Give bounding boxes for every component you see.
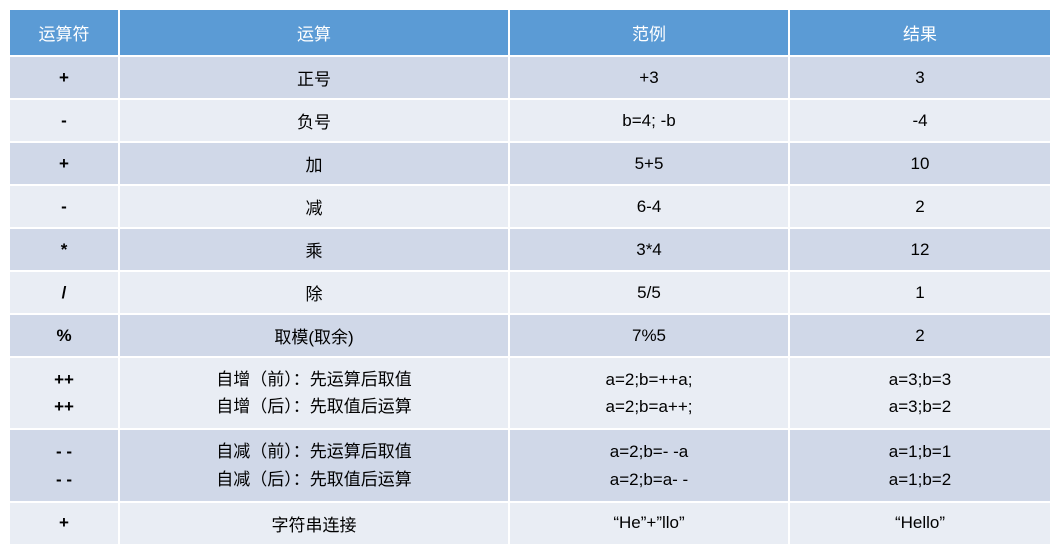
cell-operation: 取模(取余) <box>119 314 509 357</box>
operation-line: 自增（前）：先运算后取值 <box>126 366 502 393</box>
header-operator: 运算符 <box>9 9 119 56</box>
result-line: a=3;b=2 <box>796 393 1044 420</box>
operator-line: - - <box>16 466 112 493</box>
operator-line: - - <box>16 438 112 465</box>
cell-operator: - <box>9 99 119 142</box>
cell-operation: 正号 <box>119 56 509 99</box>
result-line: a=1;b=2 <box>796 466 1044 493</box>
table-row: ++ ++ 自增（前）：先运算后取值 自增（后）：先取值后运算 a=2;b=++… <box>9 357 1051 429</box>
table-row: / 除 5/5 1 <box>9 271 1051 314</box>
cell-operator: - <box>9 185 119 228</box>
cell-operator: + <box>9 142 119 185</box>
example-line: a=2;b=- -a <box>516 438 782 465</box>
table-row: + 加 5+5 10 <box>9 142 1051 185</box>
cell-example: +3 <box>509 56 789 99</box>
table-row: + 字符串连接 “He”+”llo” “Hello” <box>9 502 1051 545</box>
cell-result: a=3;b=3 a=3;b=2 <box>789 357 1051 429</box>
result-line: a=3;b=3 <box>796 366 1044 393</box>
cell-operator: ++ ++ <box>9 357 119 429</box>
cell-result: 12 <box>789 228 1051 271</box>
example-line: a=2;b=a++; <box>516 393 782 420</box>
cell-result: 10 <box>789 142 1051 185</box>
cell-result: 1 <box>789 271 1051 314</box>
example-line: a=2;b=++a; <box>516 366 782 393</box>
cell-operator: * <box>9 228 119 271</box>
table-row: + 正号 +3 3 <box>9 56 1051 99</box>
cell-operator: + <box>9 56 119 99</box>
operation-line: 自增（后）：先取值后运算 <box>126 393 502 420</box>
cell-example: 5+5 <box>509 142 789 185</box>
cell-operator: % <box>9 314 119 357</box>
cell-example: “He”+”llo” <box>509 502 789 545</box>
cell-operation: 字符串连接 <box>119 502 509 545</box>
cell-result: 3 <box>789 56 1051 99</box>
cell-example: b=4; -b <box>509 99 789 142</box>
operator-line: ++ <box>16 366 112 393</box>
result-line: a=1;b=1 <box>796 438 1044 465</box>
cell-example: a=2;b=- -a a=2;b=a- - <box>509 429 789 501</box>
header-result: 结果 <box>789 9 1051 56</box>
cell-operation: 自减（前）：先运算后取值 自减（后）：先取值后运算 <box>119 429 509 501</box>
cell-result: -4 <box>789 99 1051 142</box>
cell-operation: 乘 <box>119 228 509 271</box>
cell-operator: - - - - <box>9 429 119 501</box>
table-row: - 减 6-4 2 <box>9 185 1051 228</box>
table-header-row: 运算符 运算 范例 结果 <box>9 9 1051 56</box>
table-row: * 乘 3*4 12 <box>9 228 1051 271</box>
cell-operation: 加 <box>119 142 509 185</box>
cell-operation: 减 <box>119 185 509 228</box>
cell-operation: 除 <box>119 271 509 314</box>
header-example: 范例 <box>509 9 789 56</box>
table-row: - - - - 自减（前）：先运算后取值 自减（后）：先取值后运算 a=2;b=… <box>9 429 1051 501</box>
cell-example: 6-4 <box>509 185 789 228</box>
cell-result: 2 <box>789 314 1051 357</box>
cell-operator: / <box>9 271 119 314</box>
cell-operation: 负号 <box>119 99 509 142</box>
cell-result: “Hello” <box>789 502 1051 545</box>
cell-operation: 自增（前）：先运算后取值 自增（后）：先取值后运算 <box>119 357 509 429</box>
table-row: - 负号 b=4; -b -4 <box>9 99 1051 142</box>
operator-line: ++ <box>16 393 112 420</box>
cell-operator: + <box>9 502 119 545</box>
cell-result: a=1;b=1 a=1;b=2 <box>789 429 1051 501</box>
table-row: % 取模(取余) 7%5 2 <box>9 314 1051 357</box>
cell-example: a=2;b=++a; a=2;b=a++; <box>509 357 789 429</box>
example-line: a=2;b=a- - <box>516 466 782 493</box>
cell-example: 3*4 <box>509 228 789 271</box>
operators-table: 运算符 运算 范例 结果 + 正号 +3 3 - 负号 b=4; -b -4 +… <box>8 8 1052 546</box>
cell-example: 5/5 <box>509 271 789 314</box>
operation-line: 自减（前）：先运算后取值 <box>126 438 502 465</box>
cell-result: 2 <box>789 185 1051 228</box>
header-operation: 运算 <box>119 9 509 56</box>
cell-example: 7%5 <box>509 314 789 357</box>
operation-line: 自减（后）：先取值后运算 <box>126 466 502 493</box>
